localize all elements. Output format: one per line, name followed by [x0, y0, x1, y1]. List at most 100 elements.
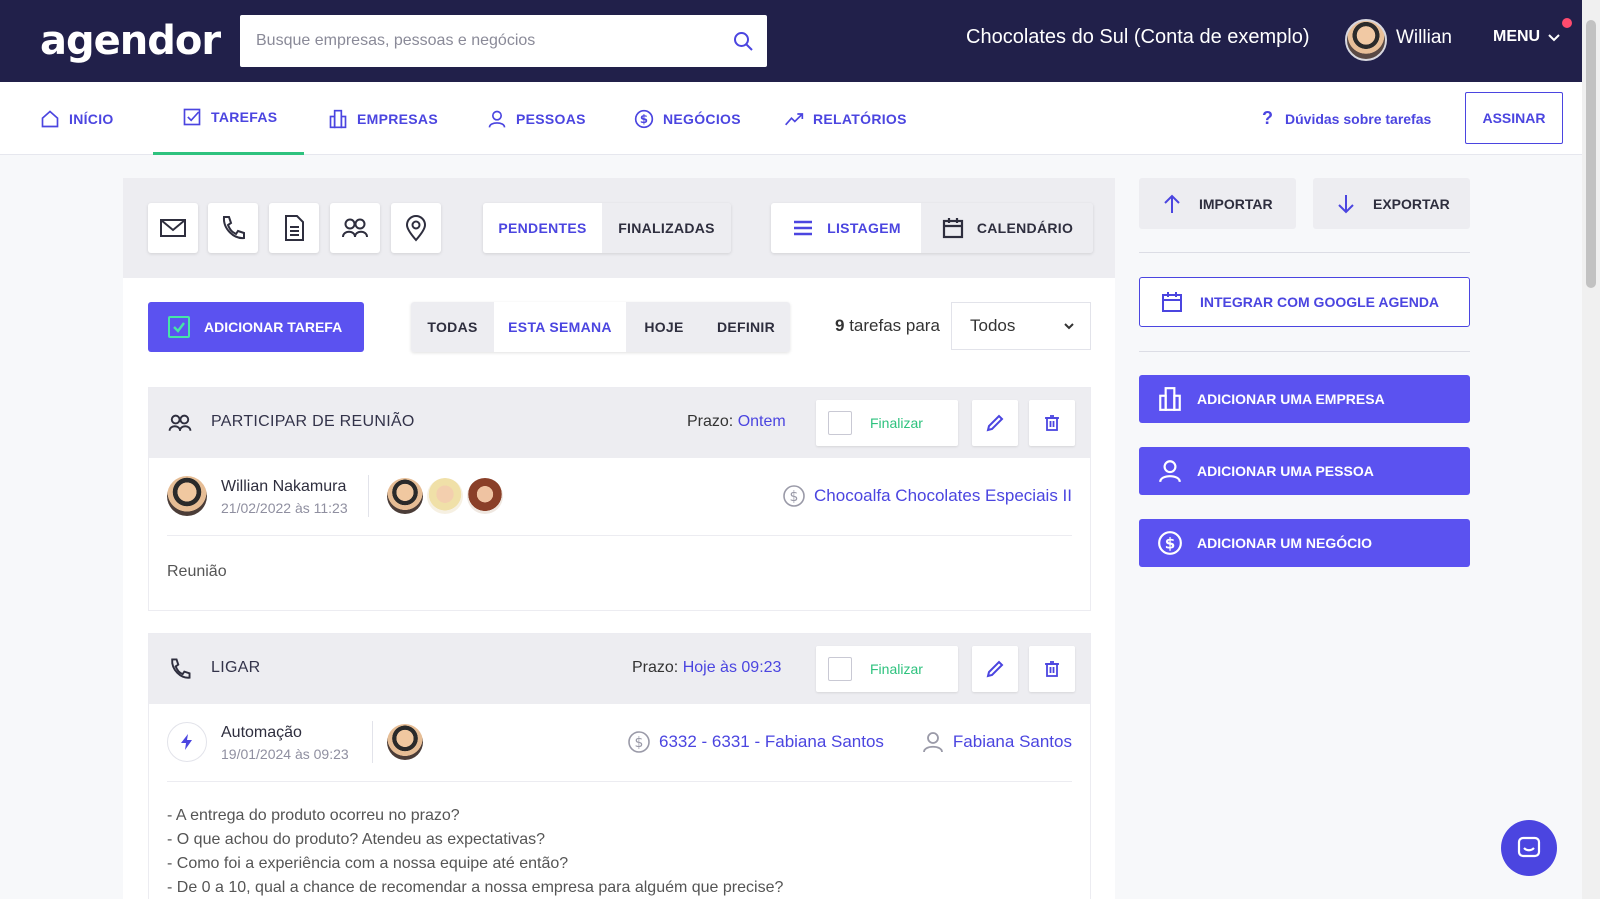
phone-icon: [171, 658, 191, 679]
deal-link[interactable]: $ Chocoalfa Chocolates Especiais II: [782, 484, 1072, 508]
finalize-checkbox[interactable]: [828, 411, 852, 435]
google-calendar-button[interactable]: INTEGRAR COM GOOGLE AGENDA: [1139, 277, 1470, 327]
author-name: Automação: [221, 724, 302, 741]
user-name[interactable]: Willian: [1396, 27, 1452, 49]
agendor-logo[interactable]: agendor: [40, 18, 221, 64]
author-name[interactable]: Willian Nakamura: [221, 478, 346, 496]
add-task-label: ADICIONAR TAREFA: [204, 319, 343, 335]
period-todas[interactable]: TODAS: [411, 302, 494, 352]
add-person-button[interactable]: ADICIONAR UMA PESSOA: [1139, 447, 1470, 495]
participant-avatar[interactable]: [387, 478, 423, 514]
nav-label: RELATÓRIOS: [813, 110, 907, 127]
edit-button[interactable]: [972, 646, 1018, 692]
add-person-label: ADICIONAR UMA PESSOA: [1197, 463, 1374, 479]
add-task-button[interactable]: ADICIONAR TAREFA: [148, 302, 364, 352]
task-meta: Willian Nakamura 21/02/2022 às 11:23 $ C…: [167, 458, 1072, 536]
description-line: - A entrega do produto ocorreu no prazo?: [167, 807, 460, 824]
task-deadline: Prazo: Hoje às 09:23: [632, 659, 781, 677]
dollar-icon: $: [634, 109, 654, 128]
nav-label: TAREFAS: [211, 109, 278, 125]
help-link[interactable]: ? Dúvidas sobre tarefas: [1262, 108, 1431, 129]
chevron-down-icon: [1064, 323, 1074, 330]
person-icon: [923, 732, 943, 753]
view-label: CALENDÁRIO: [976, 220, 1074, 236]
dollar-icon: $: [783, 485, 805, 507]
participant-avatar[interactable]: [467, 478, 503, 514]
deadline-label: Prazo:: [687, 413, 734, 430]
divider: [1139, 351, 1470, 352]
filter-meeting[interactable]: [330, 203, 380, 253]
chat-button[interactable]: [1501, 820, 1557, 876]
nav-negocios[interactable]: $ NEGÓCIOS: [634, 82, 741, 155]
edit-button[interactable]: [972, 400, 1018, 446]
nav-tarefas[interactable]: TAREFAS: [153, 82, 304, 155]
finalize-label: Finalizar: [870, 661, 923, 677]
finalize-checkbox[interactable]: [828, 657, 852, 681]
task-description: - A entrega do produto ocorreu no prazo?…: [167, 804, 783, 899]
period-esta-semana[interactable]: ESTA SEMANA: [494, 302, 626, 352]
document-icon: [285, 215, 304, 241]
deal-link[interactable]: $ 6332 - 6331 - Fabiana Santos: [627, 730, 884, 754]
finalize-button[interactable]: Finalizar: [816, 646, 958, 692]
scroll-thumb[interactable]: [1586, 20, 1596, 288]
task-count: 9 tarefas para: [835, 316, 940, 336]
trending-up-icon: [785, 112, 804, 125]
finalize-button[interactable]: Finalizar: [816, 400, 958, 446]
filter-proposal[interactable]: [269, 203, 319, 253]
svg-text:$: $: [1165, 534, 1176, 552]
trash-icon: [1045, 415, 1059, 431]
deal-name: 6332 - 6331 - Fabiana Santos: [659, 732, 884, 751]
add-deal-button[interactable]: $ ADICIONAR UM NEGÓCIO: [1139, 519, 1470, 567]
search-icon[interactable]: [731, 29, 755, 53]
import-button[interactable]: IMPORTAR: [1139, 178, 1296, 229]
pencil-icon: [986, 414, 1004, 432]
nav-pessoas[interactable]: PESSOAS: [487, 82, 586, 155]
nav-inicio[interactable]: INÍCIO: [40, 82, 114, 155]
filter-call[interactable]: [208, 203, 258, 253]
automation-avatar: [167, 722, 207, 762]
task-header: PARTICIPAR DE REUNIÃO Prazo: Ontem Final…: [149, 388, 1090, 458]
search-box: [240, 15, 767, 67]
author-avatar[interactable]: [167, 476, 207, 516]
delete-button[interactable]: [1029, 400, 1075, 446]
filter-email[interactable]: [148, 203, 198, 253]
status-finalizadas[interactable]: FINALIZADAS: [602, 203, 731, 253]
nav-empresas[interactable]: EMPRESAS: [328, 82, 438, 155]
task-header: LIGAR Prazo: Hoje às 09:23 Finalizar: [149, 634, 1090, 704]
nav-label: INÍCIO: [69, 110, 114, 127]
user-avatar[interactable]: [1345, 19, 1387, 61]
description-line: - Como foi a experiência com a nossa equ…: [167, 855, 569, 872]
view-calendario[interactable]: CALENDÁRIO: [921, 203, 1093, 253]
subscribe-button[interactable]: ASSINAR: [1465, 92, 1563, 144]
status-pendentes[interactable]: PENDENTES: [483, 203, 602, 253]
add-company-button[interactable]: ADICIONAR UMA EMPRESA: [1139, 375, 1470, 423]
filter-visit[interactable]: [391, 203, 441, 253]
chat-icon: [1517, 836, 1541, 858]
task-count-suffix: tarefas para: [849, 316, 940, 335]
participant-avatar[interactable]: [427, 478, 463, 514]
export-button[interactable]: EXPORTAR: [1313, 178, 1470, 229]
account-name[interactable]: Chocolates do Sul (Conta de exemplo): [966, 26, 1310, 49]
scrollbar[interactable]: [1582, 0, 1600, 899]
period-definir[interactable]: DEFINIR: [702, 302, 790, 352]
search-input[interactable]: [240, 15, 731, 67]
task-card: LIGAR Prazo: Hoje às 09:23 Finalizar Aut…: [148, 633, 1091, 899]
mail-icon: [160, 219, 186, 237]
task-title[interactable]: LIGAR: [211, 659, 261, 677]
top-bar: agendor Chocolates do Sul (Conta de exem…: [0, 0, 1582, 82]
person-link[interactable]: Fabiana Santos: [921, 730, 1072, 754]
checkbox-icon: [183, 108, 201, 126]
period-hoje[interactable]: HOJE: [626, 302, 702, 352]
location-pin-icon: [405, 215, 427, 242]
task-title[interactable]: PARTICIPAR DE REUNIÃO: [211, 413, 415, 431]
view-listagem[interactable]: LISTAGEM: [771, 203, 921, 253]
group-icon: [342, 218, 368, 238]
divider: [372, 721, 373, 763]
participant-avatar[interactable]: [387, 724, 423, 760]
owner-select[interactable]: Todos: [951, 302, 1091, 350]
nav-relatorios[interactable]: RELATÓRIOS: [784, 82, 907, 155]
delete-button[interactable]: [1029, 646, 1075, 692]
menu-label: MENU: [1493, 28, 1541, 45]
menu-button[interactable]: MENU: [1493, 28, 1562, 46]
person-name: Fabiana Santos: [952, 732, 1072, 751]
